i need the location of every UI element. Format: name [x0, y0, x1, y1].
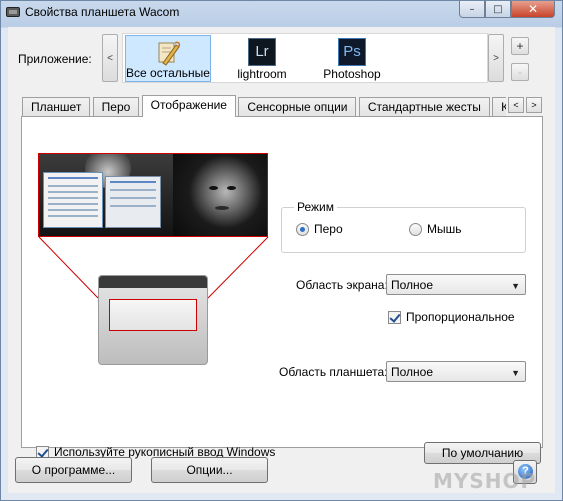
- tab-tablet[interactable]: Планшет: [22, 97, 91, 117]
- remove-application-button[interactable]: -: [511, 63, 529, 81]
- app-item-photoshop[interactable]: Ps Photoshop: [309, 35, 395, 82]
- watermark: MYSHOP: [433, 469, 537, 493]
- tab-scroll-right-button[interactable]: >: [526, 97, 542, 113]
- application-list: Все остальные Lr lightroom Ps Photoshop: [122, 33, 488, 83]
- app-item-all-others[interactable]: Все остальные: [125, 35, 211, 82]
- add-application-button[interactable]: +: [511, 37, 529, 55]
- app-item-label: Photoshop: [323, 67, 381, 81]
- screen-area-value: Полное: [391, 278, 434, 292]
- app-item-label: Все остальные: [126, 66, 210, 80]
- app-scroll-left-button[interactable]: <: [102, 34, 118, 82]
- mode-mouse-radio[interactable]: Мышь: [409, 222, 462, 236]
- chevron-down-icon: ▼: [511, 368, 520, 378]
- close-button[interactable]: ✕: [511, 1, 555, 18]
- mode-group: Режим Перо Мышь: [281, 200, 526, 253]
- lightroom-icon: Lr: [248, 38, 276, 66]
- mode-group-title: Режим: [294, 200, 337, 214]
- tablet-area-label: Область планшета:: [279, 365, 388, 379]
- radio-label: Мышь: [427, 222, 462, 236]
- proportional-checkbox[interactable]: Пропорциональное: [388, 310, 515, 324]
- tablet-preview: [98, 275, 208, 365]
- options-button[interactable]: Опции...: [151, 457, 268, 483]
- mapping-panel: Режим Перо Мышь Область экрана: Полное ▼…: [21, 116, 543, 464]
- screen-area-preview[interactable]: [38, 153, 268, 237]
- app-item-label: lightroom: [237, 67, 287, 81]
- desktop-thumbnail-right: [173, 154, 267, 236]
- mode-pen-radio[interactable]: Перо: [296, 222, 343, 236]
- wacom-properties-window: Свойства планшета Wacom – □ ✕ Приложение…: [0, 0, 563, 501]
- app-item-lightroom[interactable]: Lr lightroom: [219, 35, 305, 82]
- radio-indicator: [296, 222, 309, 236]
- window-title: Свойства планшета Wacom: [25, 5, 180, 19]
- screen-area-select[interactable]: Полное ▼: [386, 274, 526, 295]
- maximize-button[interactable]: □: [485, 1, 511, 18]
- photoshop-icon: Ps: [338, 38, 366, 66]
- minimize-button[interactable]: –: [459, 1, 485, 18]
- tab-standard-gestures[interactable]: Стандартные жесты: [358, 97, 490, 117]
- thumbnail-window: [105, 176, 161, 228]
- radio-label: Перо: [314, 222, 343, 236]
- screen-area-label: Область экрана:: [296, 278, 388, 292]
- tablet-active-area[interactable]: [109, 299, 197, 331]
- thumbnail-window: [43, 172, 103, 228]
- checkbox-indicator: [388, 310, 401, 324]
- radio-indicator: [409, 222, 422, 236]
- desktop-thumbnail-left: [39, 154, 173, 236]
- tab-scroll-left-button[interactable]: <: [508, 97, 524, 113]
- settings-tabs: Планшет Перо Отображение Сенсорные опции…: [22, 95, 506, 117]
- tab-radial-menu[interactable]: Кру: [492, 97, 506, 117]
- about-button[interactable]: О программе...: [15, 457, 132, 483]
- title-bar[interactable]: Свойства планшета Wacom – □ ✕: [1, 1, 562, 25]
- tablet-area-value: Полное: [391, 365, 434, 379]
- app-scroll-right-button[interactable]: >: [488, 34, 504, 82]
- application-label: Приложение:: [18, 52, 92, 66]
- tab-touch-options[interactable]: Сенсорные опции: [238, 97, 357, 117]
- checkbox-label: Пропорциональное: [406, 310, 515, 324]
- all-apps-icon: [158, 41, 181, 66]
- tab-pen[interactable]: Перо: [92, 97, 140, 117]
- tablet-area-select[interactable]: Полное ▼: [386, 361, 526, 382]
- tablet-app-icon: [6, 7, 20, 17]
- chevron-down-icon: ▼: [511, 281, 520, 291]
- dialog-client-area: Приложение: < Все остальные Lr lightroom…: [8, 27, 555, 493]
- tab-mapping[interactable]: Отображение: [141, 95, 236, 117]
